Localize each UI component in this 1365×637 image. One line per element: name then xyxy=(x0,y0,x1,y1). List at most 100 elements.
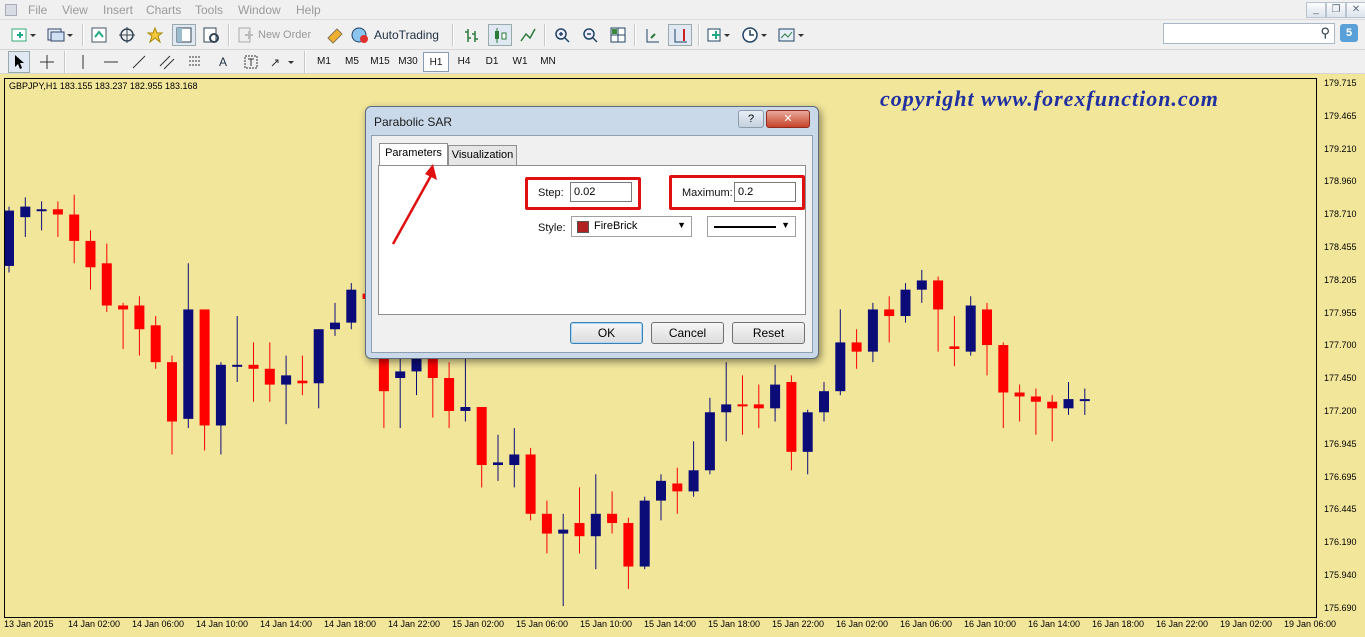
toolbar-separator xyxy=(228,24,230,46)
tf-mn[interactable]: MN xyxy=(535,52,561,72)
horizontal-line-icon[interactable] xyxy=(100,51,122,73)
line-chart-icon[interactable] xyxy=(516,24,540,46)
candle-body xyxy=(36,209,47,212)
candle-body xyxy=(558,529,569,534)
cancel-button[interactable]: Cancel xyxy=(651,322,724,344)
candle-body xyxy=(5,210,14,266)
restore-button[interactable]: ❐ xyxy=(1326,2,1346,18)
arrows-icon[interactable] xyxy=(268,51,298,73)
market-watch-icon[interactable] xyxy=(88,24,110,46)
candle-body xyxy=(460,407,471,411)
autoscroll-icon[interactable] xyxy=(668,24,692,46)
candlestick-chart-icon[interactable] xyxy=(488,24,512,46)
channel-icon[interactable] xyxy=(156,51,178,73)
candle-body xyxy=(704,412,715,471)
menu-help[interactable]: Help xyxy=(296,3,321,17)
tile-windows-icon[interactable] xyxy=(606,24,630,46)
line-style-preview xyxy=(714,226,776,228)
color-name: FireBrick xyxy=(594,220,638,232)
price-tick-label: 178.205 xyxy=(1324,274,1357,285)
maximum-input[interactable]: 0.2 xyxy=(734,182,796,202)
search-box[interactable]: ⚲ xyxy=(1163,23,1335,44)
indicators-icon[interactable] xyxy=(704,24,734,46)
tf-w1[interactable]: W1 xyxy=(507,52,533,72)
tf-m15[interactable]: M15 xyxy=(367,52,393,72)
new-chart-icon[interactable] xyxy=(8,24,38,46)
menu-window[interactable]: Window xyxy=(238,3,281,17)
tf-m5[interactable]: M5 xyxy=(339,52,365,72)
search-icon[interactable]: ⚲ xyxy=(1320,25,1330,41)
templates-icon[interactable] xyxy=(776,24,806,46)
tf-m1[interactable]: M1 xyxy=(311,52,337,72)
annotation-arrow xyxy=(391,164,437,245)
profiles-icon[interactable] xyxy=(44,24,74,46)
fibonacci-icon[interactable] xyxy=(184,51,206,73)
text-label-icon[interactable] xyxy=(240,51,262,73)
candle-body xyxy=(101,263,112,306)
data-window-icon[interactable] xyxy=(116,24,138,46)
ok-button[interactable]: OK xyxy=(570,322,643,344)
crosshair-icon[interactable] xyxy=(36,51,58,73)
color-select[interactable]: FireBrick ▼ xyxy=(571,216,692,237)
dialog-close-button[interactable]: ✕ xyxy=(766,110,810,128)
menu-view[interactable]: View xyxy=(62,3,88,17)
candle-body xyxy=(150,325,161,363)
line-style-select[interactable]: ▼ xyxy=(707,216,796,237)
chart-shift-icon[interactable] xyxy=(640,24,664,46)
help-button[interactable]: ? xyxy=(738,110,764,128)
price-tick-label: 178.710 xyxy=(1324,209,1357,220)
cursor-icon[interactable] xyxy=(8,51,30,73)
metaeditor-icon[interactable] xyxy=(324,24,346,46)
zoom-in-icon[interactable] xyxy=(550,24,574,46)
close-window-button[interactable]: ✕ xyxy=(1346,2,1365,18)
time-tick-label: 19 Jan 06:00 xyxy=(1284,619,1337,629)
price-tick-label: 177.700 xyxy=(1324,340,1357,351)
candle-body xyxy=(1047,401,1058,409)
tab-visualization[interactable]: Visualization xyxy=(448,145,517,165)
navigator-icon[interactable] xyxy=(144,24,166,46)
tf-d1[interactable]: D1 xyxy=(479,52,505,72)
candle-body xyxy=(933,280,944,310)
menu-bar: File View Insert Charts Tools Window Hel… xyxy=(0,0,1365,20)
candle-body xyxy=(264,368,275,385)
price-tick-label: 177.200 xyxy=(1324,406,1357,416)
minimize-button[interactable]: _ xyxy=(1306,2,1326,18)
candle-body xyxy=(688,470,699,492)
new-order-button[interactable]: New Order xyxy=(236,24,320,46)
candle-body xyxy=(411,358,422,372)
candle-body xyxy=(427,358,438,379)
time-tick-label: 14 Jan 02:00 xyxy=(68,619,121,629)
autotrading-button[interactable]: AutoTrading xyxy=(350,24,446,46)
time-tick-label: 14 Jan 10:00 xyxy=(196,619,249,629)
reset-button[interactable]: Reset xyxy=(732,322,805,344)
menu-file[interactable]: File xyxy=(28,3,47,17)
trendline-icon[interactable] xyxy=(128,51,150,73)
periods-icon[interactable] xyxy=(740,24,770,46)
candle-body xyxy=(1014,392,1025,397)
candle-body xyxy=(346,289,357,323)
menu-insert[interactable]: Insert xyxy=(103,3,133,17)
vertical-line-icon[interactable] xyxy=(72,51,94,73)
candle-body xyxy=(1063,399,1074,409)
candle-body xyxy=(737,404,748,407)
bar-chart-icon[interactable] xyxy=(460,24,484,46)
text-icon[interactable]: A xyxy=(212,51,234,73)
tf-h1[interactable]: H1 xyxy=(423,52,449,72)
toolbar-separator xyxy=(452,24,454,46)
search-input[interactable] xyxy=(1167,24,1307,42)
candle-body xyxy=(770,384,781,409)
zoom-out-icon[interactable] xyxy=(578,24,602,46)
candle-body xyxy=(69,214,80,241)
tf-m30[interactable]: M30 xyxy=(395,52,421,72)
tf-h4[interactable]: H4 xyxy=(451,52,477,72)
candle-body xyxy=(884,309,895,317)
candle-body xyxy=(656,480,666,501)
candle-body xyxy=(623,523,634,567)
menu-tools[interactable]: Tools xyxy=(195,3,223,17)
time-tick-label: 14 Jan 06:00 xyxy=(132,619,185,629)
step-input[interactable]: 0.02 xyxy=(570,182,632,202)
strategy-tester-icon[interactable] xyxy=(200,24,222,46)
menu-charts[interactable]: Charts xyxy=(146,3,181,17)
notification-badge[interactable]: 5 xyxy=(1340,24,1358,42)
terminal-icon[interactable] xyxy=(172,24,196,46)
